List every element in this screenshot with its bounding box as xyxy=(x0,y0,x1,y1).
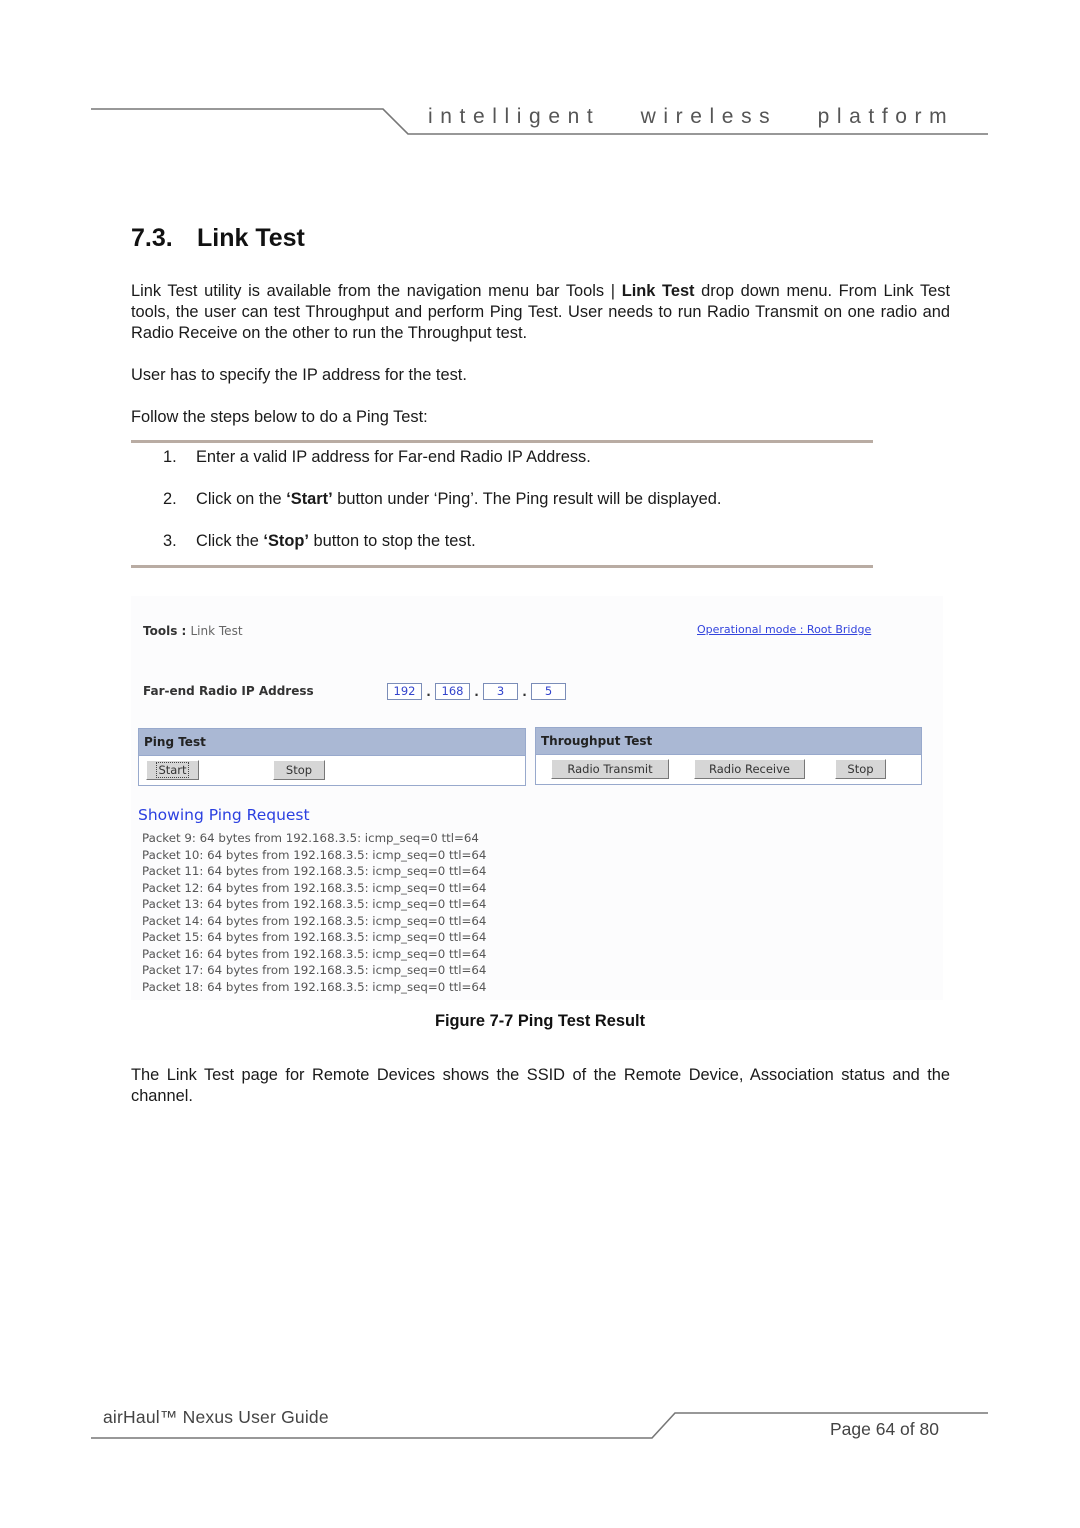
far-end-ip-label: Far-end Radio IP Address xyxy=(143,684,314,698)
steps-top-rule xyxy=(131,440,873,443)
footer-guide-title: airHaul™ Nexus User Guide xyxy=(103,1407,329,1427)
tools-breadcrumb: Tools : Link Test xyxy=(143,624,243,638)
ip-instruction: User has to specify the IP address for t… xyxy=(131,366,467,384)
step-text: Enter a valid IP address for Far-end Rad… xyxy=(196,448,591,466)
operational-mode-link[interactable]: Operational mode : Root Bridge xyxy=(697,623,871,636)
breadcrumb-current: Link Test xyxy=(190,624,243,638)
ip-octet-2[interactable]: 168 xyxy=(435,683,470,700)
remote-devices-paragraph: The Link Test page for Remote Devices sh… xyxy=(131,1066,950,1105)
intro-text-a: Link Test utility is available from the … xyxy=(131,282,622,300)
ip-separator: . xyxy=(474,684,479,699)
section-heading: 7.3. Link Test xyxy=(131,224,305,253)
ping-line: Packet 9: 64 bytes from 192.168.3.5: icm… xyxy=(142,831,479,845)
throughput-stop-button[interactable]: Stop xyxy=(835,759,886,779)
ping-stop-button[interactable]: Stop xyxy=(273,760,325,780)
ping-test-panel: Ping Test Start Stop xyxy=(138,728,526,786)
intro-text-bold: Link Test xyxy=(621,282,695,300)
ping-test-title: Ping Test xyxy=(139,729,525,756)
ping-line: Packet 17: 64 bytes from 192.168.3.5: ic… xyxy=(142,963,487,977)
header-tagline: intelligent wireless platform xyxy=(428,105,955,128)
step-number: 2. xyxy=(163,490,177,508)
ip-octet-1[interactable]: 192 xyxy=(387,683,422,700)
radio-receive-button[interactable]: Radio Receive xyxy=(694,759,805,779)
ping-line: Packet 18: 64 bytes from 192.168.3.5: ic… xyxy=(142,979,487,994)
ip-separator: . xyxy=(522,684,527,699)
radio-transmit-button[interactable]: Radio Transmit xyxy=(551,759,669,779)
ping-line: Packet 14: 64 bytes from 192.168.3.5: ic… xyxy=(142,913,487,928)
ping-line: Packet 10: 64 bytes from 192.168.3.5: ic… xyxy=(142,847,487,862)
step-text: Click on the ‘Start’ button under ‘Ping’… xyxy=(196,490,722,508)
ip-octet-4[interactable]: 5 xyxy=(531,683,566,700)
ping-results-log: Packet 9: 64 bytes from 192.168.3.5: icm… xyxy=(142,830,521,995)
steps-bottom-rule xyxy=(131,565,873,568)
step-item: 2. Click on the ‘Start’ button under ‘Pi… xyxy=(163,490,721,532)
breadcrumb-root: Tools : xyxy=(143,624,187,638)
section-title: Link Test xyxy=(197,224,305,252)
step-number: 1. xyxy=(163,448,177,466)
steps-intro: Follow the steps below to do a Ping Test… xyxy=(131,408,428,426)
ping-start-button[interactable]: Start xyxy=(146,760,199,780)
section-number: 7.3. xyxy=(131,224,173,252)
ping-results-title: Showing Ping Request xyxy=(138,806,310,824)
ping-line: Packet 11: 64 bytes from 192.168.3.5: ic… xyxy=(142,864,487,878)
ip-octet-3[interactable]: 3 xyxy=(483,683,518,700)
ping-line: Packet 12: 64 bytes from 192.168.3.5: ic… xyxy=(142,880,487,895)
ping-line: Packet 13: 64 bytes from 192.168.3.5: ic… xyxy=(142,897,487,911)
figure-caption: Figure 7-7 Ping Test Result xyxy=(434,1012,646,1030)
steps-list: 1. Enter a valid IP address for Far-end … xyxy=(163,448,721,574)
throughput-test-panel: Throughput Test Radio Transmit Radio Rec… xyxy=(535,727,922,785)
page-number: Page 64 of 80 xyxy=(830,1419,939,1439)
throughput-test-title: Throughput Test xyxy=(536,728,921,755)
far-end-ip-input: 192 . 168 . 3 . 5 xyxy=(387,683,566,700)
ip-separator: . xyxy=(426,684,431,699)
link-test-screenshot: Tools : Link Test Operational mode : Roo… xyxy=(131,596,943,1000)
ping-line: Packet 15: 64 bytes from 192.168.3.5: ic… xyxy=(142,930,487,944)
ping-line: Packet 16: 64 bytes from 192.168.3.5: ic… xyxy=(142,946,487,961)
intro-paragraph: Link Test utility is available from the … xyxy=(131,281,950,344)
step-item: 1. Enter a valid IP address for Far-end … xyxy=(163,448,721,490)
